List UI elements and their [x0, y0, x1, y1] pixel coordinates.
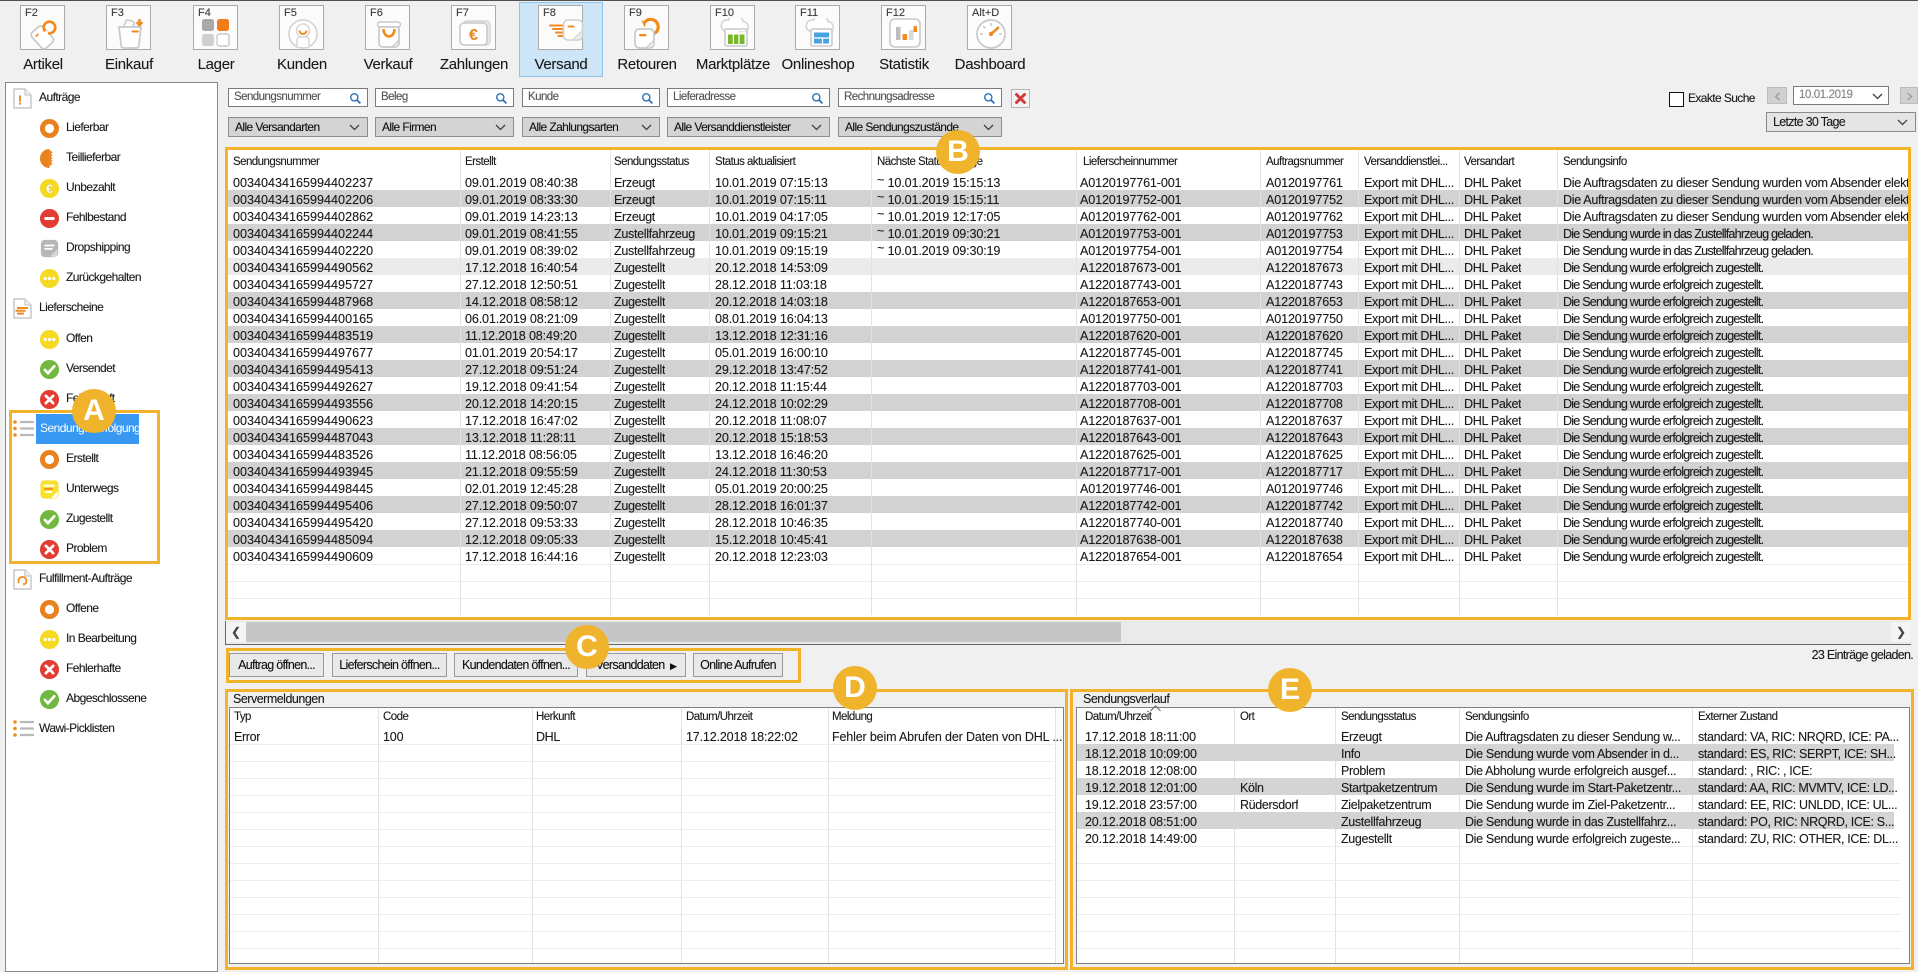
svg-text:€: € — [46, 182, 53, 196]
svg-text:€: € — [469, 27, 478, 44]
svg-text:!: ! — [18, 93, 22, 108]
